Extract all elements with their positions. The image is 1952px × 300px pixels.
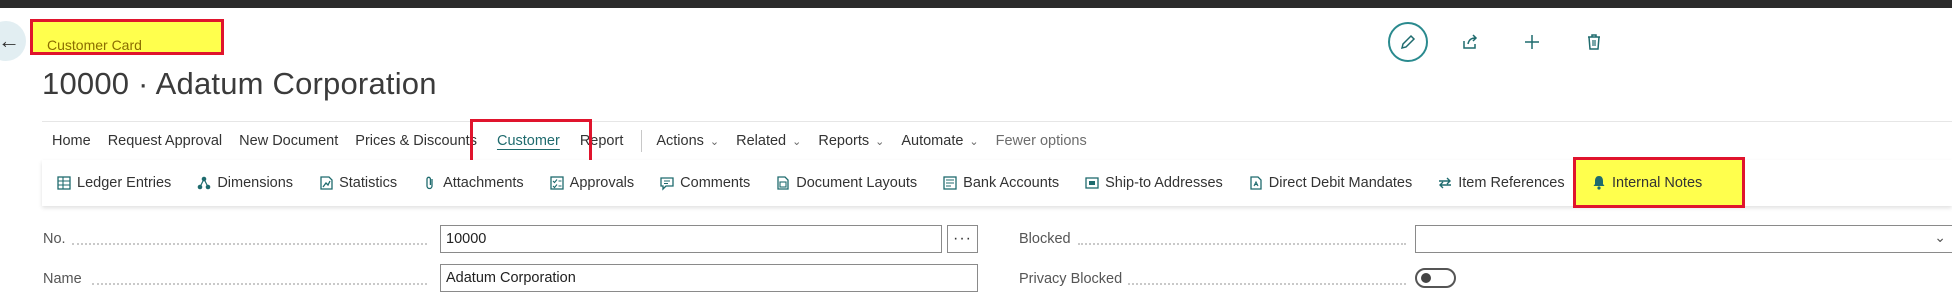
menu-actions-label: Actions [656, 133, 704, 149]
delete-button[interactable] [1574, 22, 1614, 62]
action-statistics[interactable]: Statistics [318, 175, 397, 191]
page-title: 10000 · Adatum Corporation [42, 66, 437, 101]
toggle-knob [1421, 273, 1431, 283]
chevron-down-icon: ⌄ [792, 135, 802, 148]
action-document-layouts[interactable]: Document Layouts [775, 175, 917, 191]
chevron-down-icon: ⌄ [709, 135, 720, 148]
menu-new-document[interactable]: New Document [239, 133, 338, 149]
action-dimensions[interactable]: Dimensions [196, 175, 293, 191]
more-options-icon: ··· [953, 230, 972, 247]
page-caption: Customer Card [30, 19, 224, 55]
bank-accounts-icon [942, 175, 958, 191]
chevron-down-icon: ⌄ [875, 135, 885, 148]
action-label: Attachments [443, 175, 524, 191]
bell-icon [1592, 175, 1606, 190]
menu-reports-label: Reports [818, 133, 870, 149]
menu-home[interactable]: Home [52, 133, 91, 149]
attachments-icon [422, 175, 438, 191]
name-field[interactable]: Adatum Corporation [440, 264, 978, 292]
action-bank-accounts[interactable]: Bank Accounts [942, 175, 1059, 191]
edit-icon [1400, 34, 1416, 50]
direct-debit-mandates-icon [1248, 175, 1264, 191]
no-assist-button[interactable]: ··· [947, 225, 978, 253]
chevron-down-icon: ⌄ [969, 135, 979, 148]
item-references-icon [1437, 175, 1453, 191]
action-label: Dimensions [217, 175, 294, 191]
action-label: Statistics [339, 175, 398, 191]
document-layouts-icon [775, 175, 791, 191]
field-dots [92, 283, 427, 285]
menu-related-label: Related [736, 133, 787, 149]
action-label: Approvals [569, 175, 635, 191]
back-button[interactable]: ← [0, 21, 26, 61]
no-field[interactable]: 10000 [440, 225, 942, 253]
share-icon [1463, 34, 1478, 49]
menu-fewer-options[interactable]: Fewer options [996, 133, 1087, 149]
ledger-entries-icon [56, 175, 72, 191]
action-internal-notes[interactable]: Internal Notes [1573, 157, 1745, 208]
privacy-blocked-toggle[interactable] [1415, 268, 1456, 288]
blocked-select[interactable]: ⌄ [1415, 225, 1952, 253]
blocked-label: Blocked [1019, 231, 1071, 247]
menu-separator [641, 130, 643, 152]
action-label: Comments [680, 175, 751, 191]
menu-automate[interactable]: Automate ⌄ [901, 133, 978, 149]
action-label: Ship-to Addresses [1105, 175, 1223, 191]
new-button[interactable] [1512, 22, 1552, 62]
action-label: Document Layouts [796, 175, 918, 191]
menu-request-approval[interactable]: Request Approval [108, 133, 222, 149]
menu-prices-discounts[interactable]: Prices & Discounts [355, 133, 477, 149]
menu-actions[interactable]: Actions ⌄ [656, 133, 719, 149]
action-label: Bank Accounts [963, 175, 1060, 191]
action-menu-bar: Home Request Approval New Document Price… [42, 121, 1952, 160]
back-arrow-icon: ← [0, 28, 20, 53]
privacy-blocked-label: Privacy Blocked [1019, 271, 1123, 287]
chevron-down-icon: ⌄ [1934, 229, 1946, 245]
menu-customer[interactable]: Customer [497, 133, 560, 149]
edit-button[interactable] [1388, 22, 1428, 62]
action-comments[interactable]: Comments [659, 175, 750, 191]
action-label: Item References [1458, 175, 1565, 191]
menu-related[interactable]: Related ⌄ [736, 133, 801, 149]
top-bar [0, 0, 1952, 8]
action-ledger-entries[interactable]: Ledger Entries [56, 175, 171, 191]
menu-report[interactable]: Report [580, 133, 624, 149]
approvals-icon [549, 175, 565, 191]
action-label: Ledger Entries [77, 175, 172, 191]
statistics-icon [318, 175, 334, 191]
field-dots [72, 243, 427, 245]
action-direct-debit-mandates[interactable]: Direct Debit Mandates [1248, 175, 1412, 191]
share-button[interactable] [1450, 22, 1490, 62]
field-dots [1078, 243, 1406, 245]
new-icon [1525, 35, 1539, 49]
page-actions [1388, 22, 1614, 62]
action-item-references[interactable]: Item References [1437, 175, 1565, 191]
delete-icon [1588, 34, 1600, 50]
menu-reports[interactable]: Reports ⌄ [818, 133, 884, 149]
menu-automate-label: Automate [901, 133, 964, 149]
action-approvals[interactable]: Approvals [549, 175, 634, 191]
field-dots [1128, 283, 1406, 285]
action-attachments[interactable]: Attachments [422, 175, 524, 191]
ship-to-addresses-icon [1084, 175, 1100, 191]
no-label: No. [43, 231, 66, 247]
comments-icon [659, 175, 675, 191]
name-label: Name [43, 271, 82, 287]
action-label: Direct Debit Mandates [1268, 175, 1413, 191]
action-internal-notes-label: Internal Notes [1612, 174, 1703, 191]
dimensions-icon [196, 175, 212, 191]
action-ship-to-addresses[interactable]: Ship-to Addresses [1084, 175, 1223, 191]
